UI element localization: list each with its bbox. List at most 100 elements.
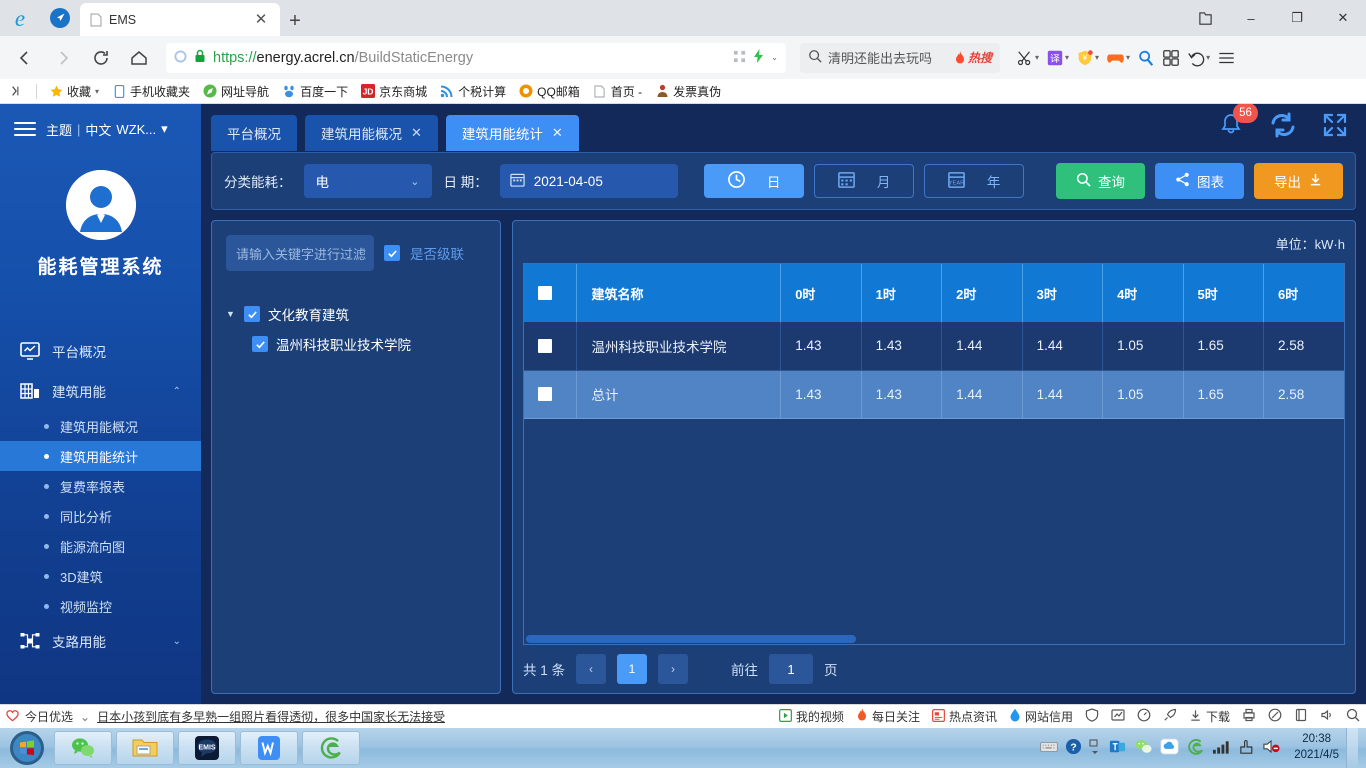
shield-tool[interactable] <box>1085 708 1099 725</box>
date-input[interactable]: 2021-04-05 <box>499 164 678 198</box>
menu-icon[interactable] <box>1215 47 1238 69</box>
sidebar-subitem-video-monitor[interactable]: 视频监控 <box>0 591 201 621</box>
column-hour-0[interactable]: 0时 <box>780 264 862 322</box>
goto-page-input[interactable]: 1 <box>769 654 814 684</box>
table-horizontal-scrollbar[interactable] <box>524 634 1344 644</box>
fullscreen-icon[interactable] <box>1320 110 1350 140</box>
export-button[interactable]: 导出 <box>1254 163 1343 199</box>
tree-node-checkbox[interactable] <box>244 306 260 322</box>
taskbar-explorer[interactable] <box>116 731 174 765</box>
chevron-down-icon[interactable]: ⌄ <box>771 53 778 62</box>
table-row[interactable]: 温州科技职业技术学院 1.43 1.43 1.44 1.44 1.05 1.65… <box>524 322 1344 371</box>
cookie-tool[interactable] <box>1268 708 1282 725</box>
triangle-down-icon[interactable]: ▼ <box>226 309 236 319</box>
reload-button[interactable] <box>84 41 118 75</box>
rocket-tool[interactable] <box>1163 708 1177 725</box>
bookmark-item[interactable]: 手机收藏夹 <box>107 81 195 102</box>
bookmark-item[interactable]: 发票真伪 <box>650 81 726 102</box>
bookmark-item[interactable]: 收藏 ▾ <box>44 81 104 102</box>
column-hour-5[interactable]: 5时 <box>1183 264 1265 322</box>
taskbar-ems[interactable]: EMIS <box>178 731 236 765</box>
site-info-icon[interactable] <box>174 49 187 66</box>
search-box[interactable]: 清明还能出去玩吗 热搜 <box>800 42 1000 73</box>
scrollbar-thumb[interactable] <box>526 635 856 643</box>
sidebar-subitem-yoy-analysis[interactable]: 同比分析 <box>0 501 201 531</box>
expand-tray-icon[interactable] <box>1089 738 1101 758</box>
table-row-total[interactable]: 总计 1.43 1.43 1.44 1.44 1.05 1.65 2.58 <box>524 370 1344 419</box>
undo-icon[interactable]: ▾ <box>1185 47 1212 69</box>
tree-node-child[interactable]: 温州科技职业技术学院 <box>226 329 486 359</box>
download-tool[interactable]: 下载 <box>1189 708 1230 725</box>
column-hour-4[interactable]: 4时 <box>1102 264 1184 322</box>
sidebar-item-branch-energy[interactable]: 支路用能 ⌄ <box>0 621 201 661</box>
back-button[interactable] <box>8 41 42 75</box>
chevron-up-icon[interactable]: ⌃ <box>173 386 181 397</box>
tab-close-icon[interactable]: ✕ <box>252 11 270 29</box>
hot-search-badge[interactable]: 热搜 <box>954 49 992 66</box>
row-checkbox[interactable] <box>538 387 552 401</box>
bell-icon[interactable]: 56 <box>1216 104 1258 140</box>
close-window-button[interactable]: ✕ <box>1320 0 1366 36</box>
row-checkbox[interactable] <box>538 338 552 353</box>
column-hour-1[interactable]: 1时 <box>861 264 943 322</box>
period-year-button[interactable]: YEAR 年 <box>923 164 1024 198</box>
bookmark-item[interactable]: 网址导航 <box>198 81 274 102</box>
tree-node-root[interactable]: ▼ 文化教育建筑 <box>226 299 486 329</box>
news-headline[interactable]: 日本小孩到底有多早熟一组照片看得透彻，很多中国家长无法接受 <box>97 708 445 725</box>
browser-tray-icon[interactable] <box>1186 737 1205 759</box>
sidebar-item-building-energy[interactable]: 建筑用能 ⌃ <box>0 371 201 411</box>
site-credit-item[interactable]: 网站信用 <box>1009 708 1073 725</box>
chevron-down-icon[interactable]: ▾ <box>161 121 168 137</box>
column-hour-6[interactable]: 6时 <box>1263 264 1344 322</box>
chevron-down-icon[interactable]: ⌄ <box>80 710 90 724</box>
browser-tab-ems[interactable]: EMS ✕ <box>80 3 280 36</box>
sidebar-subitem-rate-report[interactable]: 复费率报表 <box>0 471 201 501</box>
close-icon[interactable]: ✕ <box>552 125 563 141</box>
user-label[interactable]: WZK... <box>116 122 156 137</box>
sidebar-subitem-3d-building[interactable]: 3D建筑 <box>0 561 201 591</box>
select-all-header[interactable] <box>524 264 578 322</box>
select-all-checkbox[interactable] <box>538 286 552 300</box>
teams-icon[interactable] <box>1108 737 1127 759</box>
bookmark-item[interactable]: 个税计算 <box>435 81 511 102</box>
translate-icon[interactable]: 译 ▾ <box>1044 47 1071 69</box>
bookmark-item[interactable]: 百度一下 <box>277 81 353 102</box>
start-button[interactable] <box>0 728 54 768</box>
security-icon[interactable] <box>1238 738 1255 759</box>
cascade-checkbox[interactable] <box>384 245 400 261</box>
period-month-button[interactable]: 月 <box>813 164 914 198</box>
row-select-cell[interactable] <box>524 322 578 371</box>
row-select-cell[interactable] <box>524 370 578 419</box>
my-video-item[interactable]: 我的视频 <box>778 708 844 725</box>
sidebar-subitem-energy-flow[interactable]: 能源流向图 <box>0 531 201 561</box>
minimize-button[interactable]: – <box>1228 0 1274 36</box>
scissors-icon[interactable]: ▾ <box>1014 47 1041 69</box>
close-icon[interactable]: ✕ <box>411 125 422 141</box>
chart-button[interactable]: 图表 <box>1155 163 1244 199</box>
language-label[interactable]: 中文 <box>85 120 111 139</box>
sound-tool[interactable] <box>1320 708 1334 725</box>
taskbar-browser[interactable] <box>302 731 360 765</box>
collections-icon[interactable] <box>1182 0 1228 36</box>
column-hour-2[interactable]: 2时 <box>941 264 1023 322</box>
tree-search-input[interactable]: 请输入关键字进行过滤 <box>226 235 374 271</box>
sidebar-subitem-building-overview[interactable]: 建筑用能概况 <box>0 411 201 441</box>
daily-focus-item[interactable]: 每日关注 <box>856 708 920 725</box>
help-icon[interactable]: ? <box>1065 738 1082 758</box>
chevron-down-icon[interactable]: ⌄ <box>173 636 181 647</box>
period-day-button[interactable]: 日 <box>703 164 804 198</box>
page-number-1[interactable]: 1 <box>617 654 648 684</box>
clock[interactable]: 20:38 2021/4/5 <box>1294 732 1339 763</box>
page-tab-platform-overview[interactable]: 平台概况 <box>211 114 297 151</box>
query-button[interactable]: 查询 <box>1056 163 1145 199</box>
page-tab-building-overview[interactable]: 建筑用能概况 ✕ <box>305 114 438 151</box>
bookmark-overflow-icon[interactable] <box>5 82 29 100</box>
news-brand[interactable]: 今日优选 <box>6 708 73 725</box>
next-page-button[interactable]: › <box>658 654 689 684</box>
taskbar-wechat[interactable] <box>54 731 112 765</box>
taskbar-wps[interactable] <box>240 731 298 765</box>
magnifier-icon[interactable] <box>1135 47 1157 69</box>
window-tool[interactable] <box>1294 708 1308 725</box>
signal-icon[interactable] <box>1212 739 1231 758</box>
bookmark-item[interactable]: 首页 - <box>588 81 647 102</box>
